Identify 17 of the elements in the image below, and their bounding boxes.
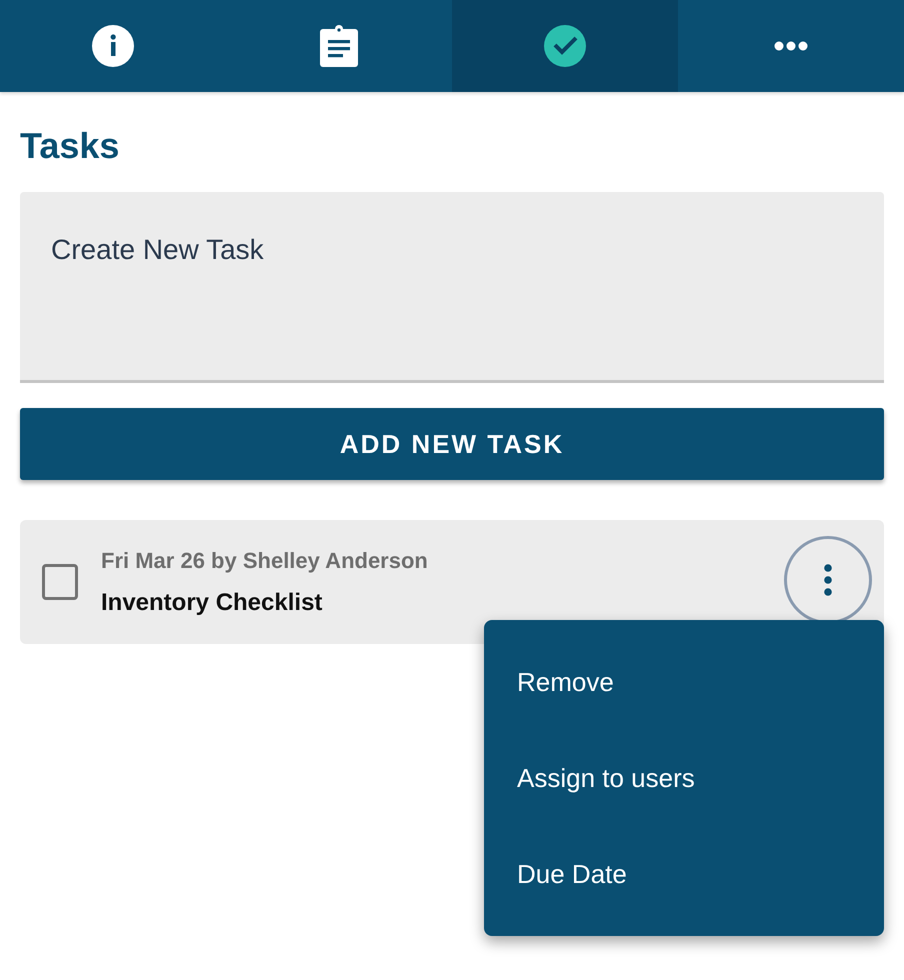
page-title: Tasks <box>20 124 120 168</box>
menu-item[interactable]: Assign to users <box>484 730 884 826</box>
new-task-field[interactable]: Create New Task <box>20 192 884 383</box>
tab[interactable] <box>452 0 678 92</box>
task-checkbox[interactable] <box>42 564 78 600</box>
kebab-icon <box>824 564 832 596</box>
menu-item[interactable]: Due Date <box>484 826 884 922</box>
menu-item[interactable]: Remove <box>484 634 884 730</box>
tab[interactable] <box>0 0 226 92</box>
add-task-button[interactable]: ADD NEW TASK <box>20 408 884 480</box>
check-circle-icon <box>544 25 586 67</box>
more-icon <box>774 41 808 51</box>
task-meta: Fri Mar 26 by Shelley Anderson <box>101 547 429 575</box>
clipboard-icon <box>320 25 358 67</box>
tab[interactable] <box>226 0 452 92</box>
task-name: Inventory Checklist <box>101 588 324 618</box>
info-icon <box>92 25 134 67</box>
